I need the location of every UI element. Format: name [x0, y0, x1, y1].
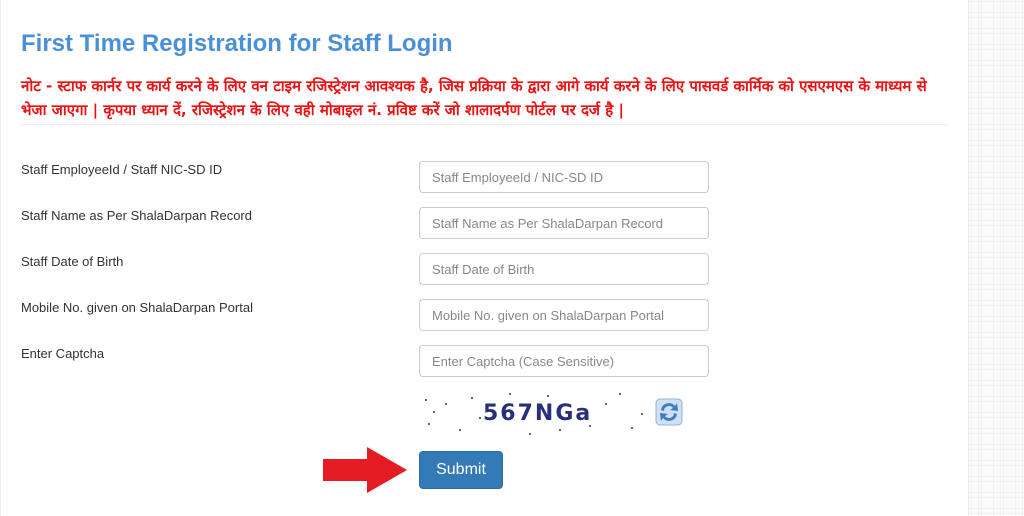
registration-note: नोट - स्टाफ कार्नर पर कार्य करने के लिए … — [21, 77, 927, 119]
mobile-label: Mobile No. given on ShalaDarpan Portal — [21, 300, 253, 315]
employee-id-input[interactable] — [419, 161, 709, 193]
employee-id-label: Staff EmployeeId / Staff NIC-SD ID — [21, 162, 223, 177]
captcha-label: Enter Captcha — [21, 346, 105, 361]
refresh-icon[interactable] — [655, 398, 683, 426]
captcha-image: 567NGa — [419, 389, 651, 437]
dob-input[interactable] — [419, 253, 709, 285]
page-title: First Time Registration for Staff Login — [21, 30, 453, 57]
staff-name-label: Staff Name as Per ShalaDarpan Record — [21, 208, 252, 223]
mobile-input[interactable] — [419, 299, 709, 331]
divider — [21, 124, 947, 125]
submit-button[interactable]: Submit — [419, 451, 503, 489]
arrow-pointer-icon — [323, 447, 407, 493]
registration-card: First Time Registration for Staff Login … — [0, 0, 967, 516]
captcha-input[interactable] — [419, 345, 709, 377]
staff-name-input[interactable] — [419, 207, 709, 239]
captcha-text: 567NGa — [483, 401, 593, 426]
dob-label: Staff Date of Birth — [21, 254, 124, 269]
background-pattern — [968, 0, 1024, 516]
